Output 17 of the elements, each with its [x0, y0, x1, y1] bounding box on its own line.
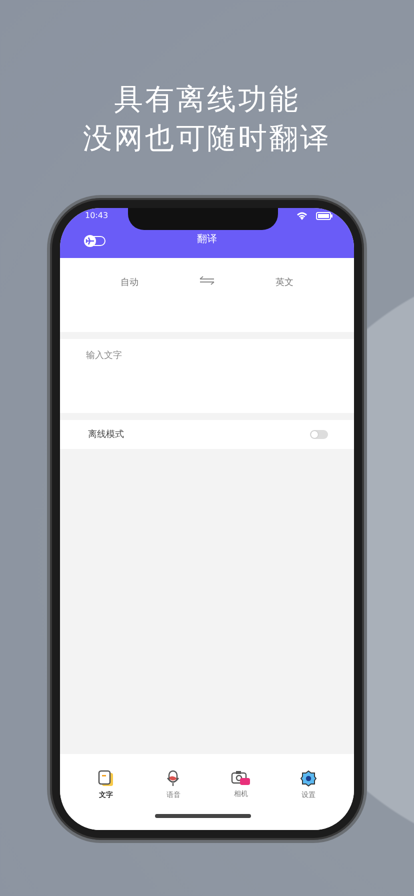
input-field[interactable]: 输入文字: [60, 339, 354, 413]
offline-mode-switch[interactable]: [310, 430, 328, 439]
microphone-icon: [166, 770, 180, 787]
document-icon: [98, 770, 114, 787]
battery-icon: [316, 212, 333, 220]
status-time: 10:43: [85, 211, 108, 220]
wifi-icon: [296, 211, 308, 220]
swap-icon[interactable]: [198, 276, 215, 285]
source-language[interactable]: 自动: [100, 276, 160, 289]
headline: 没网也可随时翻译: [83, 120, 331, 157]
headline: 具有离线功能: [114, 81, 300, 118]
airplane-toggle-icon[interactable]: [84, 235, 106, 247]
settings-icon: [300, 770, 317, 787]
target-language[interactable]: 英文: [254, 276, 314, 289]
screen-title: 翻译: [197, 232, 217, 246]
offline-mode-label: 离线模式: [88, 428, 124, 441]
camera-icon: [230, 770, 251, 786]
